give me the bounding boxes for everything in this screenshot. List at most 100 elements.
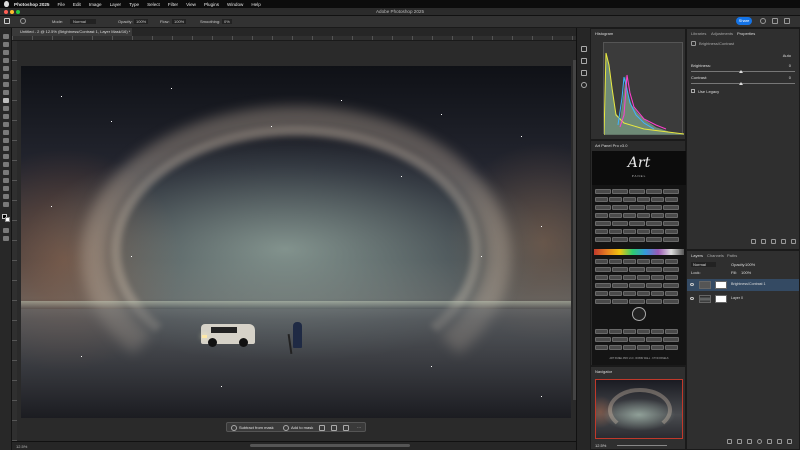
home-icon[interactable] xyxy=(4,18,10,24)
art-panel-button[interactable] xyxy=(629,221,645,226)
art-panel-button[interactable] xyxy=(595,291,608,296)
art-panel-button[interactable] xyxy=(609,197,622,202)
menu-select[interactable]: Select xyxy=(147,2,160,7)
use-legacy-checkbox[interactable] xyxy=(691,89,695,93)
art-panel-button[interactable] xyxy=(663,267,679,272)
art-panel-button[interactable] xyxy=(595,259,608,264)
workspace-icon[interactable] xyxy=(784,18,790,24)
art-panel-button[interactable] xyxy=(595,197,608,202)
layer-mask-thumbnail[interactable] xyxy=(715,281,727,289)
art-panel-button[interactable] xyxy=(665,345,678,350)
horizontal-scrollbar[interactable] xyxy=(250,444,410,447)
clone-stamp-tool-icon[interactable] xyxy=(3,106,9,111)
libraries-panel-icon[interactable] xyxy=(581,70,587,76)
art-panel-button[interactable] xyxy=(646,237,662,242)
art-panel-button[interactable] xyxy=(663,205,679,210)
art-panel-button[interactable] xyxy=(595,213,608,218)
art-panel-button[interactable] xyxy=(623,329,636,334)
layer-style-icon[interactable] xyxy=(737,439,742,444)
menu-app-name[interactable]: Photoshop 2025 xyxy=(14,2,49,7)
marquee-tool-icon[interactable] xyxy=(3,42,9,47)
brightness-value[interactable]: 0 xyxy=(789,63,791,68)
menu-filter[interactable]: Filter xyxy=(168,2,178,7)
layers-tab[interactable]: Layers xyxy=(691,253,703,258)
object-selection-tool-icon[interactable] xyxy=(3,58,9,63)
paths-tab[interactable]: Paths xyxy=(727,253,737,258)
art-panel-button[interactable] xyxy=(629,189,645,194)
art-panel-button[interactable] xyxy=(595,337,611,342)
art-panel-button[interactable] xyxy=(629,283,645,288)
art-panel-button[interactable] xyxy=(663,221,679,226)
blend-mode-select[interactable]: Normal xyxy=(691,262,716,267)
layer-mask-thumbnail[interactable] xyxy=(715,295,727,303)
art-panel-button[interactable] xyxy=(637,275,650,280)
art-panel-button[interactable] xyxy=(595,267,611,272)
path-selection-tool-icon[interactable] xyxy=(3,170,9,175)
art-panel-button[interactable] xyxy=(623,197,636,202)
layer-row-brightness-contrast[interactable]: Brightness/Contrast 1 xyxy=(687,279,799,291)
menu-image[interactable]: Image xyxy=(89,2,102,7)
brush-tool-icon[interactable] xyxy=(3,98,9,103)
art-panel-button[interactable] xyxy=(595,205,611,210)
art-panel-button[interactable] xyxy=(612,205,628,210)
art-panel-button[interactable] xyxy=(612,221,628,226)
art-panel-button[interactable] xyxy=(646,189,662,194)
mode-select[interactable]: Normal xyxy=(70,19,96,24)
art-panel-button[interactable] xyxy=(637,213,650,218)
art-panel-button[interactable] xyxy=(612,299,628,304)
histogram-tab[interactable]: Histogram xyxy=(595,31,613,36)
art-panel-button[interactable] xyxy=(595,283,611,288)
art-panel-button[interactable] xyxy=(646,221,662,226)
art-panel-button[interactable] xyxy=(637,197,650,202)
art-panel-button[interactable] xyxy=(629,337,645,342)
art-panel-button[interactable] xyxy=(629,237,645,242)
art-panel-button[interactable] xyxy=(637,259,650,264)
zoom-level[interactable]: 12.5% xyxy=(16,444,27,449)
gradient-tool-icon[interactable] xyxy=(3,130,9,135)
share-button[interactable]: Share xyxy=(736,17,752,25)
art-panel-button[interactable] xyxy=(637,291,650,296)
photo-canvas[interactable] xyxy=(21,66,571,418)
fill-mask-icon[interactable] xyxy=(331,425,337,431)
brush-preset-icon[interactable] xyxy=(20,18,26,24)
history-panel-icon[interactable] xyxy=(581,46,587,52)
art-panel-button[interactable] xyxy=(646,205,662,210)
crop-tool-icon[interactable] xyxy=(3,66,9,71)
mask-options-icon[interactable] xyxy=(343,425,349,431)
art-panel-button[interactable] xyxy=(651,275,664,280)
menu-help[interactable]: Help xyxy=(251,2,260,7)
zoom-tool-icon[interactable] xyxy=(3,194,9,199)
art-panel-button[interactable] xyxy=(612,283,628,288)
art-panel-button[interactable] xyxy=(646,283,662,288)
art-panel-button[interactable] xyxy=(623,213,636,218)
art-panel-button[interactable] xyxy=(623,275,636,280)
art-panel-button[interactable] xyxy=(612,337,628,342)
color-panel-icon[interactable] xyxy=(581,82,587,88)
fill-value[interactable]: 100% xyxy=(741,270,751,275)
history-brush-tool-icon[interactable] xyxy=(3,114,9,119)
brightness-slider[interactable] xyxy=(691,71,795,72)
visibility-eye-icon[interactable] xyxy=(690,283,694,286)
move-tool-icon[interactable] xyxy=(3,34,9,39)
art-panel-button[interactable] xyxy=(612,237,628,242)
art-panel-button[interactable] xyxy=(646,337,662,342)
search-icon[interactable] xyxy=(772,18,778,24)
adjustments-tab[interactable]: Adjustments xyxy=(711,31,733,36)
dodge-tool-icon[interactable] xyxy=(3,146,9,151)
view-previous-icon[interactable] xyxy=(761,239,766,244)
art-panel-button[interactable] xyxy=(646,299,662,304)
help-icon[interactable] xyxy=(760,18,766,24)
art-panel-button[interactable] xyxy=(612,189,628,194)
reset-icon[interactable] xyxy=(771,239,776,244)
contrast-slider[interactable] xyxy=(691,83,795,84)
art-panel-button[interactable] xyxy=(595,221,611,226)
art-panel-button[interactable] xyxy=(651,197,664,202)
menu-view[interactable]: View xyxy=(186,2,196,7)
art-panel-button[interactable] xyxy=(629,205,645,210)
add-to-mask-button[interactable]: Add to mask xyxy=(291,425,313,430)
new-group-icon[interactable] xyxy=(767,439,772,444)
art-panel-button[interactable] xyxy=(651,345,664,350)
invert-mask-icon[interactable] xyxy=(319,425,325,431)
navigator-tab[interactable]: Navigator xyxy=(595,369,612,374)
art-panel-button[interactable] xyxy=(609,213,622,218)
